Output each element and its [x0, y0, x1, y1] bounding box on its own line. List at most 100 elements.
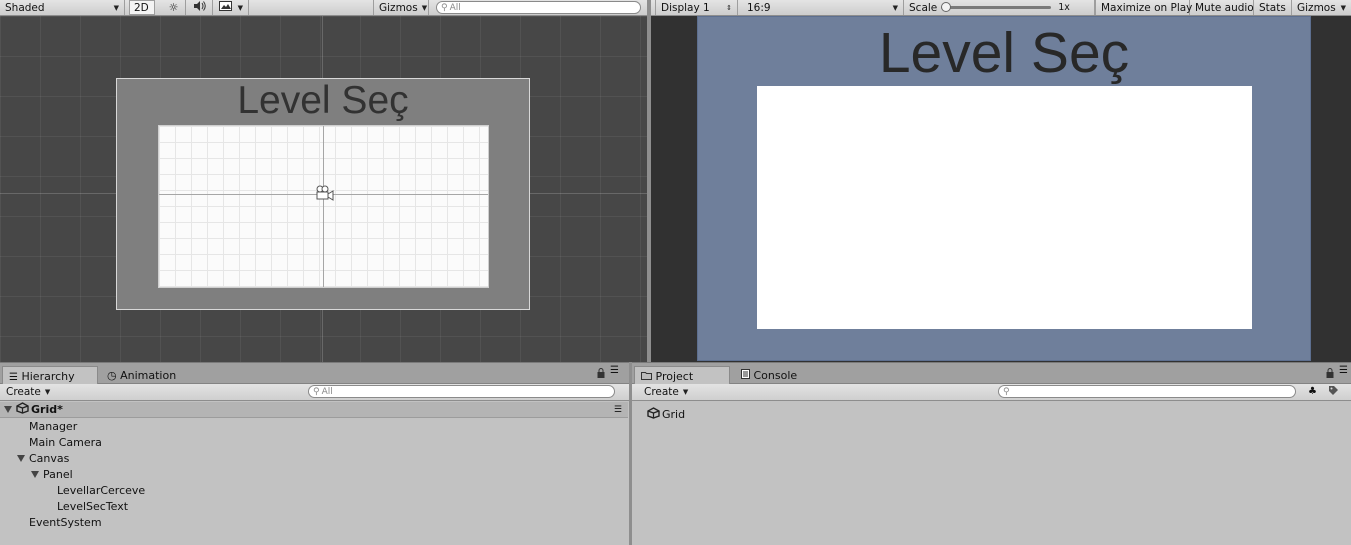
game-view[interactable]: Level Seç [651, 16, 1351, 362]
maximize-on-play-toggle[interactable]: Maximize on Play [1095, 0, 1193, 15]
stats-label: Stats [1259, 1, 1286, 14]
camera-gizmo-icon[interactable] [314, 185, 336, 206]
hierarchy-item-label: LevellarCerceve [57, 483, 146, 497]
scene-search-input[interactable]: ⚲ All [436, 1, 641, 14]
chevron-down-icon: ▼ [682, 388, 689, 396]
maximize-on-play-label: Maximize on Play [1101, 1, 1193, 14]
tab-console-label: Console [753, 369, 798, 382]
hierarchy-item-manager[interactable]: Manager [0, 418, 628, 434]
game-gizmos-label: Gizmos [1297, 1, 1336, 14]
shading-mode-dropdown[interactable]: Shaded ▼ [0, 0, 125, 15]
chevron-down-icon: ▼ [421, 3, 428, 12]
hierarchy-item-panel[interactable]: Panel [0, 466, 628, 482]
game-gizmos-dropdown[interactable]: Gizmos ▼ [1292, 0, 1351, 15]
hierarchy-item-levellar-cerceve[interactable]: LevellarCerceve [0, 482, 628, 498]
project-item-label: Grid [662, 408, 686, 421]
mute-audio-toggle[interactable]: Mute audio [1190, 0, 1254, 15]
frame-center-line-v [323, 126, 324, 287]
lighting-toggle[interactable]: ☼ [162, 0, 186, 15]
scene-search-placeholder: All [449, 2, 461, 13]
expand-arrow-icon[interactable] [4, 406, 12, 413]
stats-toggle[interactable]: Stats [1254, 0, 1292, 15]
2d-mode-toggle[interactable]: 2D [129, 0, 155, 15]
project-item-grid[interactable]: Grid [647, 407, 685, 422]
tab-hierarchy-label: Hierarchy [21, 370, 75, 383]
hierarchy-item-main-camera[interactable]: Main Camera [0, 434, 628, 450]
tab-project[interactable]: Project [634, 366, 730, 385]
scale-slider-thumb[interactable] [941, 2, 952, 12]
hierarchy-item-level-sec-text[interactable]: LevelSecText [0, 498, 628, 514]
project-search-input[interactable]: ⚲ [998, 385, 1296, 398]
audio-toggle[interactable] [187, 0, 213, 15]
right-tab-bar: Project Console ☰ [632, 362, 1351, 385]
hierarchy-create-button[interactable]: Create ▼ [6, 385, 54, 399]
filter-by-type-icon[interactable]: ♣ [1308, 386, 1317, 397]
chevron-down-icon: ▼ [1340, 3, 1346, 12]
hierarchy-item-label: EventSystem [29, 515, 102, 529]
panel-menu-icon[interactable]: ☰ [610, 365, 619, 376]
expand-arrow-icon[interactable] [31, 470, 39, 478]
left-tab-bar: ☰ Hierarchy ◷ Animation ☰ [0, 362, 629, 385]
console-icon [741, 369, 754, 382]
unity-icon [16, 402, 29, 417]
scene-gizmos-label: Gizmos [379, 1, 418, 14]
tab-console[interactable]: Console [735, 366, 805, 385]
lock-icon[interactable] [597, 368, 605, 381]
scene-view[interactable]: Level Seç [0, 16, 647, 362]
hierarchy-scene-row[interactable]: Grid* ☰ [0, 402, 628, 418]
mute-audio-label: Mute audio [1195, 1, 1254, 14]
scene-gizmos-dropdown[interactable]: Gizmos ▼ [373, 0, 429, 15]
project-panel: Grid [632, 401, 1351, 545]
tab-animation[interactable]: ◷ Animation [101, 366, 184, 385]
image-icon [219, 1, 232, 14]
hierarchy-search-input[interactable]: ⚲ All [308, 385, 615, 398]
hierarchy-panel: Grid* ☰ Manager Main Camera Canvas Panel… [0, 401, 629, 545]
display-dropdown[interactable]: Display 1 ⇕ [655, 0, 738, 15]
label-tag-icon[interactable] [1328, 385, 1339, 399]
scene-inner-frame[interactable] [158, 125, 489, 288]
tab-hierarchy[interactable]: ☰ Hierarchy [2, 366, 98, 385]
hierarchy-item-label: Main Camera [29, 435, 102, 449]
list-icon: ☰ [9, 372, 18, 383]
hierarchy-scene-name: Grid* [31, 403, 63, 416]
chevron-down-icon: ▼ [237, 3, 243, 12]
scene-menu-icon[interactable]: ☰ [614, 405, 622, 415]
hierarchy-search-placeholder: All [321, 386, 333, 397]
project-create-label: Create [644, 386, 679, 398]
scene-canvas-panel[interactable]: Level Seç [116, 78, 530, 310]
search-icon: ⚲ [1003, 386, 1010, 397]
hierarchy-item-label: LevelSecText [57, 499, 129, 513]
game-canvas-title: Level Seç [878, 21, 1130, 85]
scale-slider[interactable] [941, 2, 1052, 13]
effects-dropdown[interactable]: ▼ [214, 0, 249, 15]
scene-toolbar: Shaded ▼ 2D ☼ ▼ Gizmos ▼ ⚲ All [0, 0, 647, 16]
hierarchy-toolbar: Create ▼ ⚲ All [0, 384, 629, 401]
game-inner-frame [757, 86, 1252, 329]
hierarchy-item-canvas[interactable]: Canvas [0, 450, 628, 466]
hierarchy-item-label: Panel [43, 467, 73, 481]
2d-mode-label: 2D [134, 1, 149, 14]
scale-control: Scale 1x [904, 0, 1095, 15]
unity-scene-icon [647, 407, 660, 422]
lock-icon[interactable] [1326, 368, 1334, 381]
game-toolbar: Display 1 ⇕ 16:9 ▼ Scale 1x Maximize on … [651, 0, 1351, 16]
hierarchy-create-label: Create [6, 386, 41, 398]
folder-icon [641, 370, 656, 383]
tab-project-label: Project [655, 370, 694, 383]
panel-menu-icon[interactable]: ☰ [1339, 365, 1348, 376]
chevron-down-icon: ▼ [892, 3, 898, 12]
hierarchy-item-label: Canvas [29, 451, 70, 465]
search-icon: ⚲ [313, 386, 320, 397]
clock-icon: ◷ [107, 369, 117, 382]
shading-mode-label: Shaded [5, 1, 45, 14]
project-toolbar: Create ▼ ⚲ ♣ [632, 384, 1351, 401]
aspect-dropdown[interactable]: 16:9 ▼ [742, 0, 904, 15]
scene-canvas-title: Level Seç [237, 79, 409, 122]
tab-animation-label: Animation [120, 369, 177, 382]
expand-arrow-icon[interactable] [17, 454, 25, 462]
hierarchy-item-event-system[interactable]: EventSystem [0, 514, 628, 530]
project-create-button[interactable]: Create ▼ [644, 385, 692, 399]
chevron-down-icon: ▼ [113, 3, 119, 12]
hierarchy-item-label: Manager [29, 419, 78, 433]
aspect-label: 16:9 [747, 1, 771, 14]
